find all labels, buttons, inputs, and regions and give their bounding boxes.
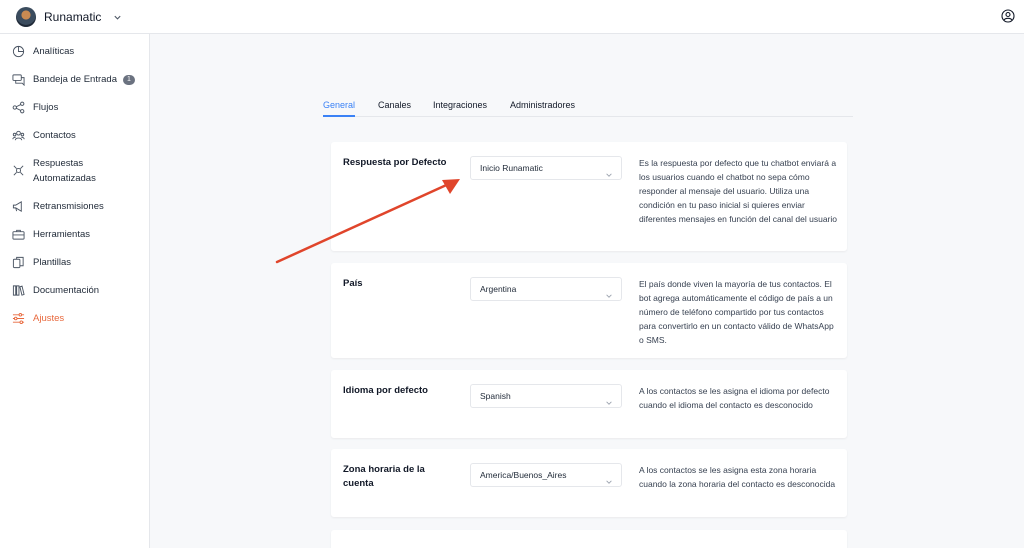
sidebar-item-bandeja-de-entrada[interactable]: Bandeja de Entrada 1: [12, 72, 135, 87]
select-value: Spanish: [480, 391, 511, 401]
tab-integraciones[interactable]: Integraciones: [433, 100, 487, 117]
chart-pie-icon: [12, 45, 25, 58]
top-bar: Runamatic: [0, 0, 1024, 34]
default-reply-select[interactable]: Inicio Runamatic: [470, 156, 622, 180]
sidebar-item-documentacion[interactable]: Documentación: [12, 283, 99, 298]
setting-card-partial: [331, 530, 847, 548]
sidebar-item-label: Bandeja de Entrada: [33, 74, 117, 85]
sidebar-item-label: Contactos: [33, 130, 76, 141]
megaphone-icon: [12, 200, 25, 213]
chevron-down-icon: [605, 393, 613, 415]
unread-count-badge: 1: [122, 75, 135, 85]
setting-label: País: [343, 278, 363, 289]
sidebar-item-label: Documentación: [33, 285, 100, 296]
setting-card-default-reply: Respuesta por Defecto Inicio Runamatic E…: [331, 142, 847, 251]
chevron-down-icon: [605, 472, 613, 494]
sidebar-item-label: Retransmisiones: [33, 201, 104, 212]
sidebar-item-analiticas[interactable]: Analíticas: [12, 44, 74, 59]
sidebar-item-label: Plantillas: [33, 257, 72, 268]
setting-description: El país donde viven la mayoría de tus co…: [639, 279, 834, 345]
setting-description: A los contactos se les asigna esta zona …: [639, 465, 836, 489]
inbox-chat-icon: [12, 73, 25, 87]
books-icon: [12, 284, 25, 297]
sidebar-item-ajustes[interactable]: Ajustes: [12, 311, 64, 326]
auto-reply-icon: [12, 164, 25, 177]
workspace-name: Runamatic: [44, 10, 102, 24]
setting-card-account-timezone: Zona horaria de la cuenta America/Buenos…: [331, 449, 847, 517]
tab-general[interactable]: General: [323, 100, 356, 117]
setting-label: Zona horaria de la cuenta: [343, 464, 425, 489]
select-value: Inicio Runamatic: [480, 163, 543, 173]
chevron-down-icon: [113, 13, 122, 22]
sidebar-item-label: Respuestas Automatizadas: [33, 158, 96, 184]
sidebar-item-contactos[interactable]: Contactos: [12, 128, 76, 143]
sidebar-item-plantillas[interactable]: Plantillas: [12, 255, 71, 270]
sidebar-item-retransmisiones[interactable]: Retransmisiones: [12, 199, 104, 214]
setting-card-country: País Argentina El país donde viven la ma…: [331, 263, 847, 358]
sidebar-item-label: Flujos: [33, 102, 59, 113]
setting-label: Respuesta por Defecto: [343, 157, 447, 168]
chevron-down-icon: [605, 165, 613, 187]
settings-tabs: General Canales Integraciones Administra…: [323, 96, 853, 117]
tab-canales[interactable]: Canales: [378, 100, 411, 117]
user-circle-icon[interactable]: [1001, 9, 1015, 23]
sliders-icon: [12, 312, 25, 325]
toolbox-icon: [12, 228, 25, 241]
chevron-down-icon: [605, 286, 613, 308]
sidebar-item-label: Analíticas: [33, 46, 75, 57]
sidebar-item-respuestas-automatizadas[interactable]: Respuestas Automatizadas: [12, 156, 132, 186]
timezone-select[interactable]: America/Buenos_Aires: [470, 463, 622, 487]
select-value: Argentina: [480, 284, 517, 294]
setting-label: Idioma por defecto: [343, 385, 428, 396]
sidebar-item-label: Ajustes: [33, 313, 65, 324]
sidebar-item-label: Herramientas: [33, 229, 91, 240]
runamatic-logo-icon: [16, 7, 36, 27]
workspace-switcher[interactable]: Runamatic: [16, 7, 122, 27]
select-value: America/Buenos_Aires: [480, 470, 567, 480]
tab-administradores[interactable]: Administradores: [510, 100, 575, 117]
setting-card-default-language: Idioma por defecto Spanish A los contact…: [331, 370, 847, 438]
setting-description: A los contactos se les asigna el idioma …: [639, 386, 830, 410]
language-select[interactable]: Spanish: [470, 384, 622, 408]
country-select[interactable]: Argentina: [470, 277, 622, 301]
sidebar-item-herramientas[interactable]: Herramientas: [12, 227, 90, 242]
setting-description: Es la respuesta por defecto que tu chatb…: [639, 158, 837, 224]
templates-icon: [12, 256, 25, 269]
flow-share-icon: [12, 101, 25, 114]
users-icon: [12, 129, 25, 142]
sidebar-item-flujos[interactable]: Flujos: [12, 100, 58, 115]
sidebar: Analíticas Bandeja de Entrada 1 Flujos Co…: [0, 34, 150, 548]
